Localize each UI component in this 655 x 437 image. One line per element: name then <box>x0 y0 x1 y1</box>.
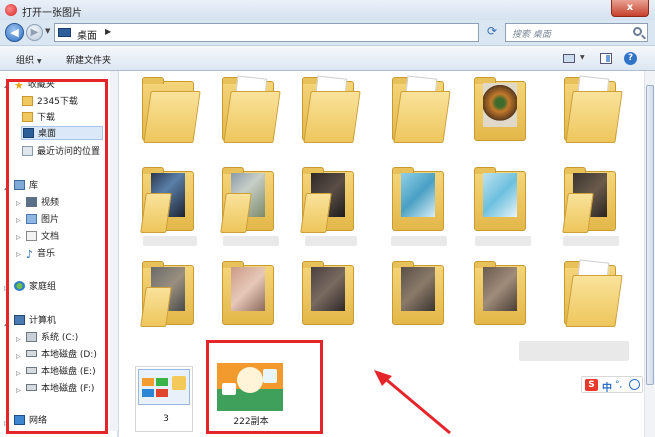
command-toolbar: 组织 ▼ 新建文件夹 ▼ ? <box>0 45 655 71</box>
folder-item[interactable] <box>217 75 283 149</box>
chevron-down-icon: ▼ <box>37 58 42 65</box>
app-icon <box>5 4 17 16</box>
red-arrow-annotation <box>374 370 451 435</box>
folder-item[interactable] <box>137 167 203 239</box>
scroll-thumb[interactable] <box>646 85 654 385</box>
organize-button[interactable]: 组织 ▼ <box>16 53 42 66</box>
photo-preview <box>311 267 345 311</box>
folder-front <box>393 91 451 143</box>
navigation-bar: ◀ ▶ ▼ 桌面 ▶ ▼ ⟳ 搜索 桌面 <box>0 20 655 45</box>
file-label-blurred <box>563 236 619 246</box>
highlight-box-navigation <box>6 79 108 434</box>
photo-preview <box>483 267 517 311</box>
photo-preview <box>483 173 517 217</box>
arrow-line <box>381 374 451 435</box>
refresh-icon[interactable]: ⟳ <box>484 24 500 41</box>
view-dropdown-icon[interactable]: ▼ <box>580 54 585 61</box>
file-label-blurred <box>391 236 447 246</box>
address-location[interactable]: 桌面 <box>77 27 97 42</box>
file-label-blurred <box>143 236 197 246</box>
folder-item[interactable] <box>469 77 535 149</box>
title-bar: 打开一张图片 x <box>0 0 655 20</box>
search-input[interactable]: 搜索 桌面 <box>505 23 648 42</box>
photo-preview <box>401 267 435 311</box>
file-label-blurred <box>475 236 531 246</box>
photo-preview <box>401 173 435 217</box>
folder-item[interactable] <box>217 261 283 333</box>
new-folder-button[interactable]: 新建文件夹 <box>66 53 111 66</box>
forward-arrow-icon[interactable]: ▶ <box>26 24 43 41</box>
file-label-blurred <box>305 236 357 246</box>
folder-item[interactable] <box>137 261 203 333</box>
folder-item[interactable] <box>137 77 203 149</box>
folder-item[interactable] <box>387 75 453 149</box>
search-placeholder: 搜索 桌面 <box>512 30 551 40</box>
folder-item[interactable] <box>559 167 625 239</box>
folder-front <box>303 91 361 143</box>
help-icon[interactable]: ? <box>624 52 637 65</box>
file-label-blurred <box>519 341 629 361</box>
file-name[interactable]: 3 <box>159 414 173 424</box>
folder-item[interactable] <box>469 261 535 333</box>
history-dropdown-icon[interactable]: ▼ <box>45 27 50 35</box>
desktop-icon <box>58 28 71 37</box>
content-scrollbar[interactable] <box>644 71 655 437</box>
folder-item[interactable] <box>297 261 363 333</box>
change-view-icon[interactable] <box>563 54 575 63</box>
sogou-logo-icon: S <box>585 379 598 391</box>
folder-item[interactable] <box>297 75 363 149</box>
folder-front <box>223 91 281 143</box>
photo-preview <box>231 267 265 311</box>
close-button[interactable]: x <box>611 0 649 17</box>
highlight-box-file <box>206 340 323 434</box>
input-method-bar[interactable]: S 中 °, <box>581 376 643 394</box>
folder-item[interactable] <box>559 259 625 333</box>
folder-front <box>143 91 201 143</box>
image-thumbnail <box>138 369 190 405</box>
folder-item[interactable] <box>387 261 453 333</box>
folder-item[interactable] <box>297 167 363 239</box>
navigation-scrollbar[interactable] <box>110 71 118 431</box>
file-label-blurred <box>223 236 279 246</box>
folder-item[interactable] <box>217 167 283 239</box>
address-bar[interactable]: 桌面 ▶ ▼ <box>54 23 524 42</box>
back-arrow-icon[interactable]: ◀ <box>5 23 24 42</box>
ime-language[interactable]: 中 <box>602 379 612 394</box>
search-icon[interactable] <box>633 27 642 36</box>
folder-front <box>565 91 623 143</box>
folder-item[interactable] <box>387 167 453 239</box>
chevron-right-icon[interactable]: ▶ <box>105 27 111 36</box>
organize-label: 组织 <box>16 56 35 66</box>
folder-item[interactable] <box>469 167 535 239</box>
photo-preview <box>483 83 517 127</box>
folder-item[interactable] <box>559 75 625 149</box>
window-title: 打开一张图片 <box>22 8 82 19</box>
folder-front <box>565 275 623 327</box>
punctuation-icon[interactable]: °, <box>615 380 622 390</box>
preview-pane-icon[interactable] <box>600 53 612 64</box>
emoji-icon[interactable] <box>629 379 640 390</box>
